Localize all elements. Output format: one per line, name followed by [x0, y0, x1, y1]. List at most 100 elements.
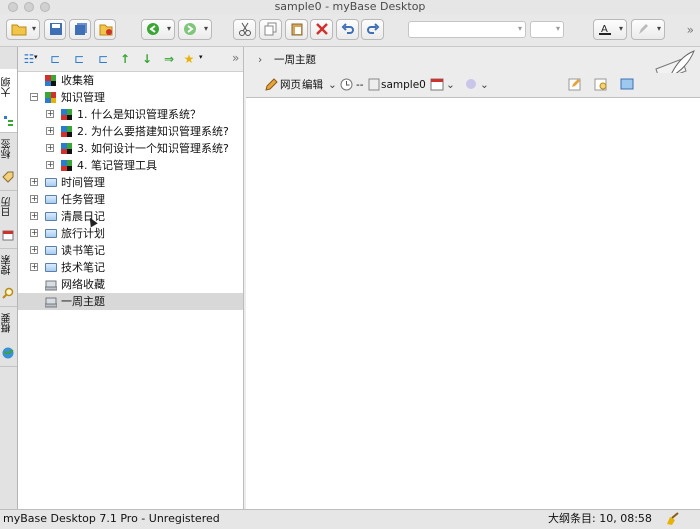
delete-button[interactable]	[310, 19, 333, 40]
bookmark-caret-icon[interactable]: ▾	[199, 53, 203, 61]
tab-outline[interactable]: 大纲	[0, 69, 17, 133]
new-item-icon[interactable]: ⊏	[96, 52, 110, 66]
window-title: sample0 - myBase Desktop	[274, 0, 426, 13]
indent-icon[interactable]: ⇒	[162, 52, 176, 66]
delete-x-icon	[316, 23, 328, 35]
font-size-select[interactable]: ▾	[530, 21, 564, 38]
attachment-caret-icon[interactable]: ⌄	[480, 78, 489, 92]
font-family-select[interactable]: ▾	[408, 21, 526, 38]
edit-note-icon	[568, 78, 581, 91]
highlight-button[interactable]: ▾	[631, 19, 665, 40]
tree-item[interactable]: − 知识管理	[18, 89, 243, 106]
folder-icon	[45, 262, 57, 273]
calendar-date-icon	[430, 78, 444, 91]
folder-icon	[45, 177, 57, 188]
tab-calendar[interactable]: 日历	[0, 191, 17, 249]
new-child-item-icon[interactable]: ⊏	[48, 52, 62, 66]
tree-item-label: 2. 为什么要搭建知识管理系统?	[77, 125, 229, 138]
tree-item[interactable]: + 时间管理	[18, 174, 243, 191]
save-button[interactable]	[44, 19, 66, 40]
forward-button[interactable]: ▾	[178, 19, 212, 40]
highlighter-icon	[639, 24, 648, 34]
star-bookmark-icon[interactable]: ★	[182, 52, 196, 66]
undo-icon	[341, 23, 354, 34]
open-database-button[interactable]: ▾	[6, 19, 40, 40]
display-window-icon	[620, 78, 634, 90]
globe-icon	[2, 347, 14, 359]
database-name[interactable]: sample0	[381, 78, 426, 92]
move-down-icon[interactable]: ↓	[140, 52, 154, 66]
tree-item[interactable]: + 技术笔记	[18, 259, 243, 276]
tab-outline-label: 大纲	[2, 77, 13, 97]
expand-icon[interactable]: +	[30, 178, 38, 186]
tab-overview[interactable]: 概要	[0, 307, 17, 367]
content-pane: › 一周主题 网页 编辑 ⌄ -- sample0 ⌄ ⌄	[246, 47, 700, 509]
close-database-button[interactable]	[94, 19, 116, 40]
expand-icon[interactable]: +	[30, 246, 38, 254]
expand-icon[interactable]: +	[30, 229, 38, 237]
expand-icon[interactable]: +	[46, 110, 54, 118]
tree-item[interactable]: +1. 什么是知识管理系统？	[18, 106, 243, 123]
back-button[interactable]: ▾	[141, 19, 175, 40]
collapse-icon[interactable]: −	[30, 93, 38, 101]
broom-icon[interactable]	[664, 512, 680, 526]
copy-button[interactable]	[259, 19, 282, 40]
tree-item[interactable]: +4. 笔记管理工具	[18, 157, 243, 174]
colorful-note-icon	[61, 160, 72, 171]
paste-button[interactable]	[285, 19, 308, 40]
tree-item[interactable]: + 旅行计划	[18, 225, 243, 242]
expand-icon[interactable]: +	[30, 263, 38, 271]
content-toolbar: 网页 编辑 ⌄ -- sample0 ⌄ ⌄	[246, 73, 700, 98]
redo-button[interactable]	[361, 19, 384, 40]
colorful-note-icon	[61, 126, 72, 137]
tag-icon	[2, 171, 14, 183]
tree-item[interactable]: 网络收藏	[18, 276, 243, 293]
outline-tree-icon	[4, 116, 13, 126]
pencil-icon	[265, 78, 278, 91]
new-sibling-item-icon[interactable]: ⊏	[72, 52, 86, 66]
tree-item[interactable]: + 读书笔记	[18, 242, 243, 259]
save-all-button[interactable]	[69, 19, 91, 40]
calendar-caret-icon[interactable]: ⌄	[446, 78, 455, 92]
breadcrumb-expand-icon[interactable]: ›	[258, 53, 262, 67]
expand-icon[interactable]: +	[46, 144, 54, 152]
expand-icon[interactable]: +	[30, 212, 38, 220]
tree-item[interactable]: +2. 为什么要搭建知识管理系统?	[18, 123, 243, 140]
database-file-icon	[368, 78, 380, 91]
outline-overflow-icon[interactable]: »	[232, 51, 239, 65]
tree-item[interactable]: + 任务管理	[18, 191, 243, 208]
undo-button[interactable]	[336, 19, 359, 40]
outline-view-caret-icon[interactable]: ▾	[34, 53, 38, 61]
view-mode-label[interactable]: 网页	[280, 78, 301, 92]
expand-icon[interactable]: +	[30, 195, 38, 203]
colorful-note-icon	[61, 143, 72, 154]
status-left-text: myBase Desktop 7.1 Pro - Unregistered	[3, 512, 220, 525]
outline-pane: ☷ ▾ ⊏ ⊏ ⊏ ↑ ↓ ⇒ ★ ▾ » 收集箱 − 知识管理 +1. 什么是知识管…	[18, 47, 244, 509]
tree-item-label: 时间管理	[61, 176, 105, 189]
forward-arrow-icon	[184, 23, 196, 35]
text-color-button[interactable]: A ▾	[593, 19, 627, 40]
expand-icon[interactable]: +	[46, 161, 54, 169]
move-up-icon[interactable]: ↑	[118, 52, 132, 66]
toolbar-overflow-icon[interactable]: »	[687, 23, 694, 37]
folder-icon	[45, 194, 57, 205]
search-icon	[2, 287, 14, 299]
main-toolbar: ▾ ▾ ▾ ▾ ▾ A ▾ ▾ »	[0, 14, 700, 47]
rating-value: --	[356, 79, 364, 91]
tree-item-label: 任务管理	[61, 193, 105, 206]
tree-item-label: 旅行计划	[61, 227, 105, 240]
tree-item-label: 3. 如何设计一个知识管理系统?	[77, 142, 229, 155]
tree-item[interactable]: 收集箱	[18, 72, 243, 89]
tree-item[interactable]: 一周主题	[18, 293, 243, 310]
tab-tags[interactable]: 标签	[0, 133, 17, 191]
tab-calendar-label: 日历	[2, 197, 13, 217]
cut-button[interactable]	[233, 19, 256, 40]
tree-item[interactable]: + 清晨日记	[18, 208, 243, 225]
side-tab-bar: 大纲 标签 日历 搜索 概要	[0, 47, 18, 509]
tab-search[interactable]: 搜索	[0, 249, 17, 307]
breadcrumb[interactable]: 一周主题	[274, 53, 316, 67]
edit-mode-label[interactable]: 编辑	[302, 78, 323, 92]
edit-mode-caret-icon[interactable]: ⌄	[328, 78, 337, 92]
expand-icon[interactable]: +	[46, 127, 54, 135]
tree-item[interactable]: +3. 如何设计一个知识管理系统?	[18, 140, 243, 157]
